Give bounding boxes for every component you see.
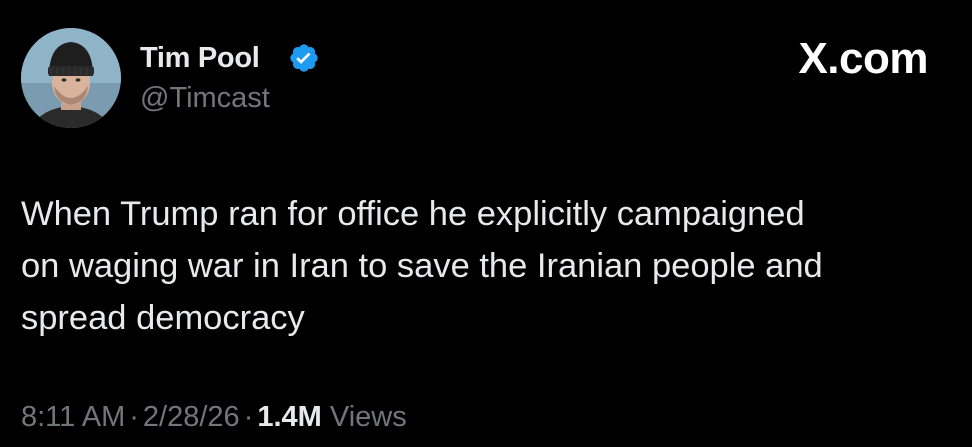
brand-logo-text: X.com: [798, 34, 928, 83]
author-handle[interactable]: @Timcast: [140, 80, 270, 116]
tweet-time: 8:11 AM: [21, 401, 126, 433]
tweet-card: Tim Pool @Timcast X.com When Trump ran f…: [0, 0, 972, 447]
views-count: 1.4M: [257, 401, 322, 433]
avatar-icon: [21, 28, 121, 128]
meta-separator: ·: [129, 401, 139, 433]
meta-separator: ·: [243, 401, 254, 433]
views-label: Views: [329, 401, 407, 433]
tweet-meta: 8:11 AM · 2/28/26 · 1.4M Views: [21, 397, 407, 437]
verified-badge-icon: [288, 42, 320, 74]
tweet-date: 2/28/26: [142, 401, 240, 433]
timestamp-link[interactable]: 8:11 AM · 2/28/26: [21, 401, 240, 433]
avatar[interactable]: [21, 28, 121, 128]
display-name[interactable]: Tim Pool: [140, 40, 260, 76]
tweet-text: When Trump ran for office he explicitly …: [21, 195, 823, 337]
